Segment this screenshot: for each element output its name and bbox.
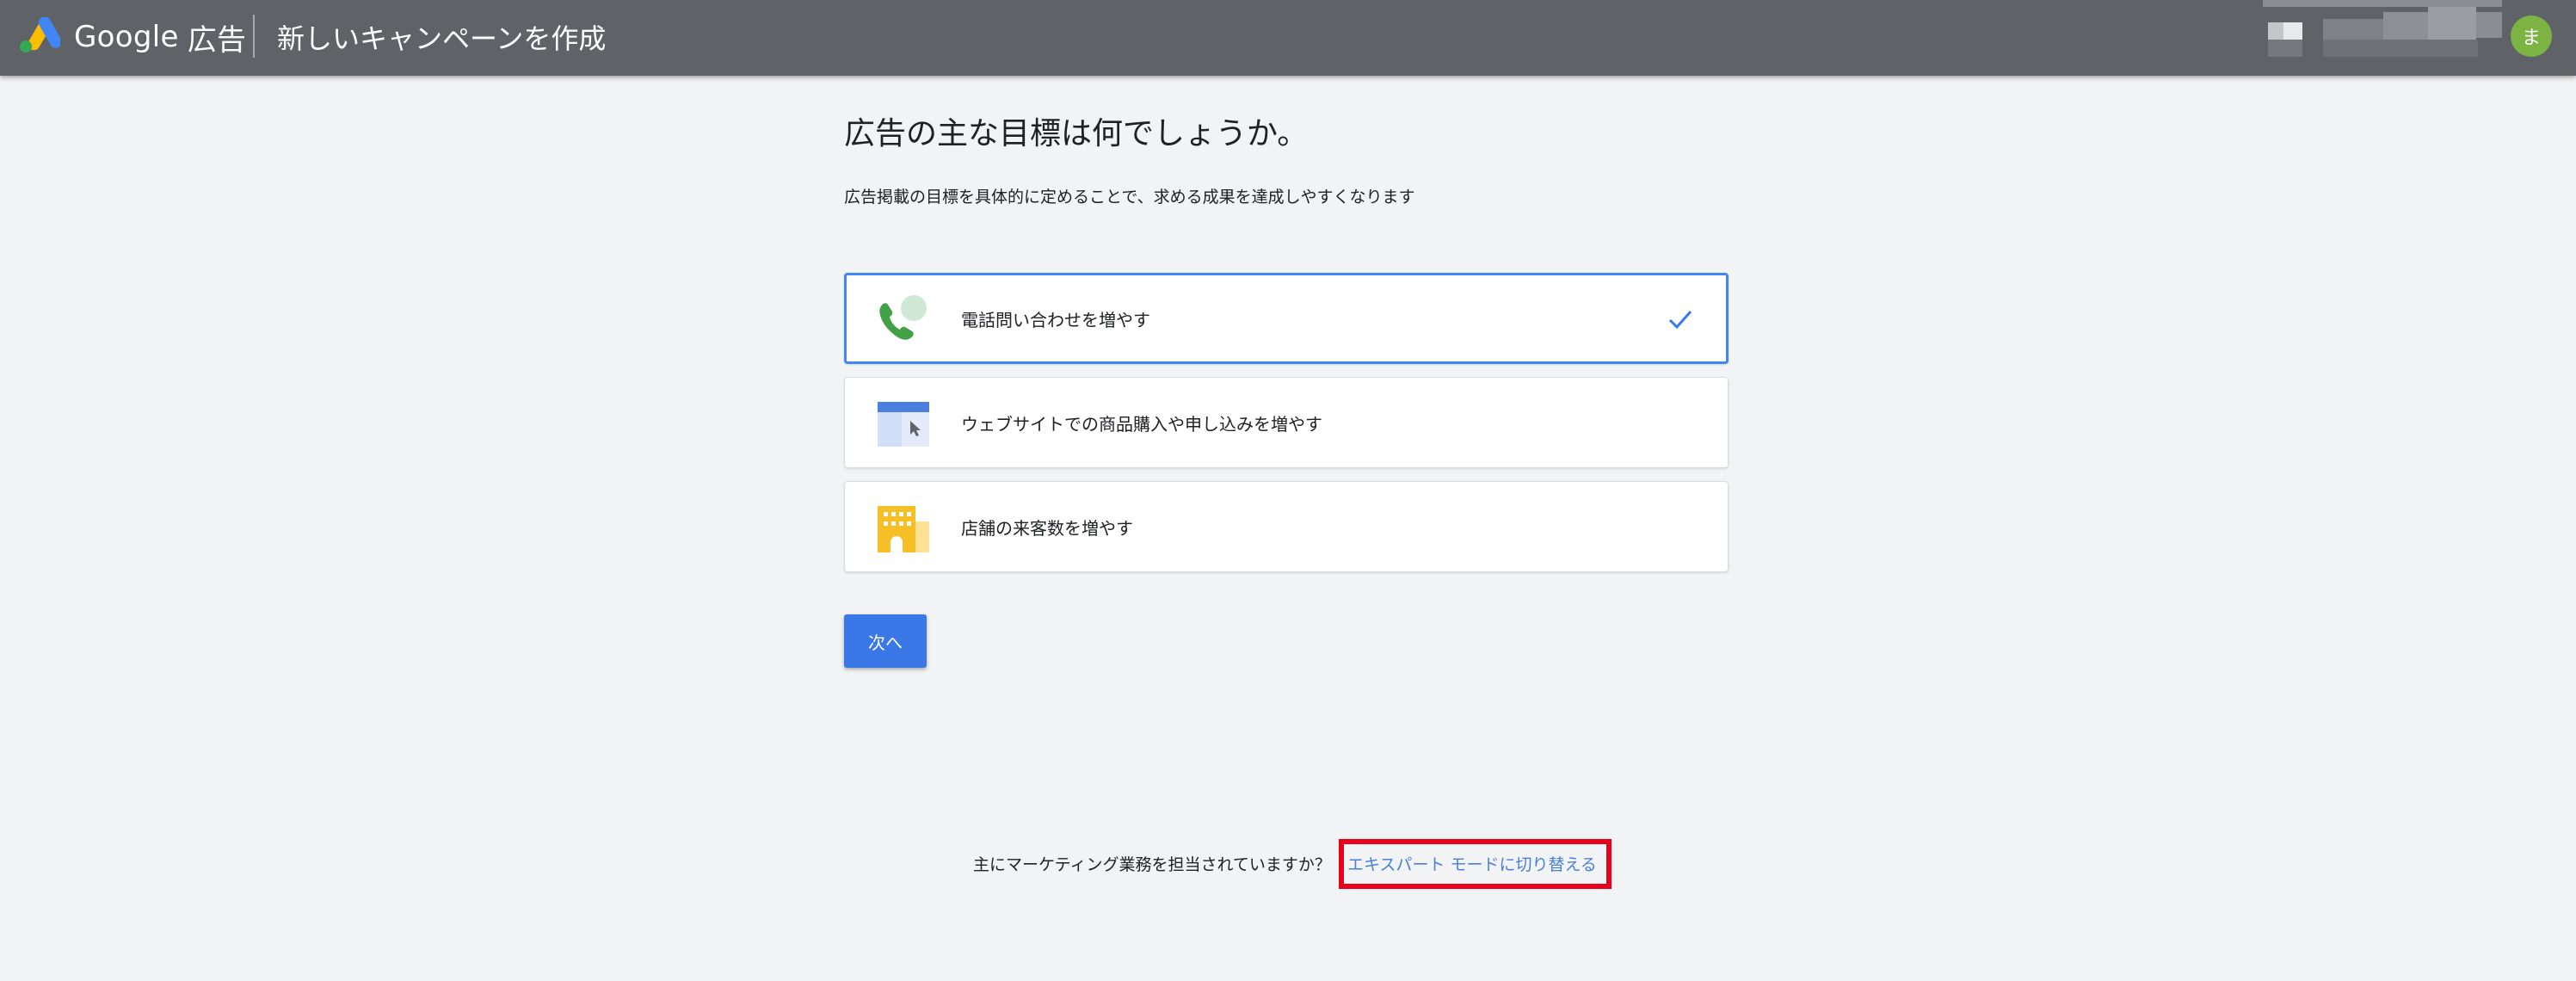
goal-label: ウェブサイトでの商品購入や申し込みを増やす — [961, 413, 1322, 435]
goal-label: 店舗の来客数を増やす — [961, 517, 1133, 539]
page-heading: 広告の主な目標は何でしょうか。 — [844, 116, 1309, 151]
brand-ads: 広告 — [187, 22, 247, 58]
app-header: Google 広告 新しいキャンペーンを作成 ま — [0, 0, 2576, 76]
google-ads-logo-icon[interactable] — [19, 17, 60, 53]
expert-mode-question: 主にマーケティング業務を担当されていますか？ — [973, 855, 1331, 874]
account-info-blurred — [2263, 0, 2502, 57]
website-icon — [878, 402, 929, 447]
page-title: 新しいキャンペーンを作成 — [277, 22, 607, 55]
account-avatar[interactable]: ま — [2511, 15, 2552, 57]
storefront-icon — [878, 506, 929, 552]
switch-to-expert-mode-link[interactable]: エキスパート モードに切り替える — [1347, 852, 1597, 875]
header-divider — [253, 15, 255, 58]
goal-option-store-visits[interactable]: 店舗の来客数を増やす — [844, 481, 1729, 572]
goal-label: 電話問い合わせを増やす — [961, 309, 1150, 330]
brand-name: Google 広告 — [74, 15, 246, 59]
goal-option-website[interactable]: ウェブサイトでの商品購入や申し込みを増やす — [844, 377, 1729, 468]
goal-option-phone-calls[interactable]: 電話問い合わせを増やす — [844, 273, 1729, 364]
checkmark-icon — [1668, 311, 1692, 330]
phone-call-icon — [879, 295, 927, 340]
avatar-initial: ま — [2521, 28, 2541, 49]
brand-google: Google — [74, 20, 179, 54]
page-subheading: 広告掲載の目標を具体的に定めることで、求める成果を達成しやすくなります — [844, 188, 1415, 207]
next-button[interactable]: 次へ — [844, 614, 927, 668]
